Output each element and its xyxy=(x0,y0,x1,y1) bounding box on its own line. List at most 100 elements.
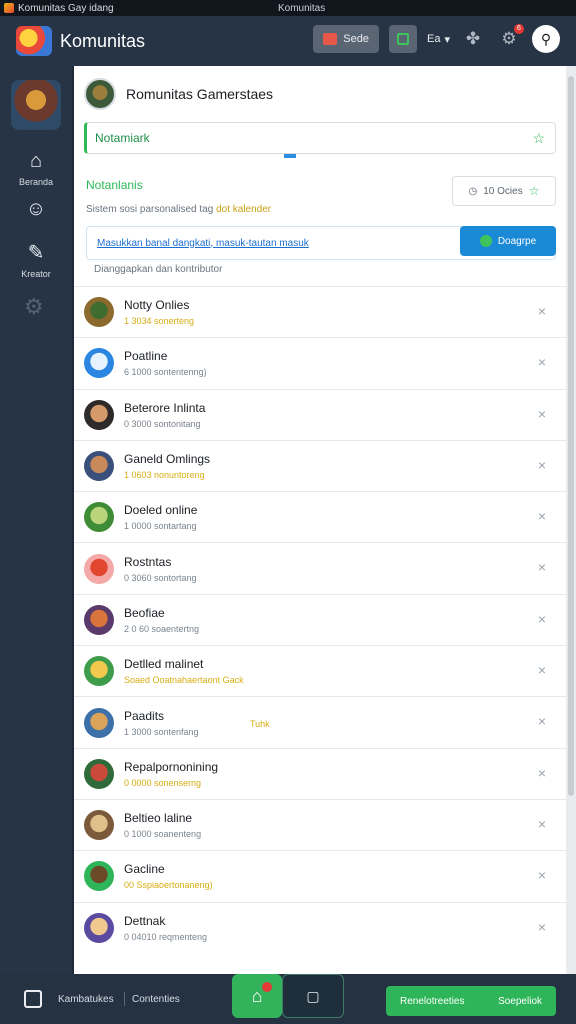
stats-button[interactable] xyxy=(389,25,417,53)
box-icon: ▢ xyxy=(306,987,320,1004)
member-status: 0 1000 soanenteng xyxy=(124,829,202,840)
search-icon: ⚲ xyxy=(540,30,552,47)
check-icon xyxy=(479,235,492,247)
star-icon[interactable]: ☆ xyxy=(532,130,545,147)
close-icon[interactable]: × xyxy=(538,457,546,473)
close-icon[interactable]: × xyxy=(538,611,546,627)
sort-button[interactable]: ◷ 10 Ocies ☆ xyxy=(452,176,556,206)
bottom-label-1[interactable]: Kambatukes xyxy=(58,994,114,1005)
gear-icon[interactable]: ⚙ xyxy=(24,294,44,320)
clock-icon: ◷ xyxy=(468,185,478,197)
puzzle-icon: ✤ xyxy=(465,29,481,48)
member-text: Detlled malinet Soaed Ooatnahaertaont Gac… xyxy=(124,657,244,685)
window-title: Komunitas Gay idang xyxy=(18,2,114,14)
community-header: Romunitas Gamerstaes xyxy=(84,78,273,110)
action-button[interactable]: Doagrpe xyxy=(460,226,556,256)
close-icon[interactable]: × xyxy=(538,559,546,575)
list-item[interactable]: Detlled malinet Soaed Ooatnahaertaont Gac… xyxy=(74,645,566,696)
sidebar-item-emoji[interactable]: ☺ xyxy=(0,198,72,225)
green-right-label: Soepeliok xyxy=(498,995,542,1007)
bottom-label-2[interactable]: Contenties xyxy=(132,994,180,1005)
home-icon: ⌂ xyxy=(29,150,43,172)
puzzle-button[interactable]: ✤ xyxy=(460,26,486,52)
sort-label: 10 Ocies xyxy=(483,185,523,197)
box-button[interactable]: ▢ xyxy=(282,974,344,1018)
feather-icon: ✎ xyxy=(27,242,45,264)
description-highlight: dot kalender xyxy=(216,204,272,215)
sidebar-item-home[interactable]: ⌂ Beranda xyxy=(0,150,72,187)
member-status: 1 3000 sontenfang xyxy=(124,726,199,737)
close-icon[interactable]: × xyxy=(538,662,546,678)
member-text: Repalpornonining 0 0000 sonenserng xyxy=(124,760,218,788)
avatar xyxy=(84,758,114,789)
community-avatar[interactable] xyxy=(11,80,61,130)
member-list: Notty Onlies 1 3034 sonerteng × Poatline 6 1… xyxy=(74,286,566,953)
member-text: Dettnak 0 04010 reqmenteng xyxy=(124,914,207,942)
member-name: Rostntas xyxy=(124,554,172,569)
close-icon[interactable]: × xyxy=(538,713,546,729)
list-item[interactable]: Repalpornonining 0 0000 sonenserng × xyxy=(74,747,566,799)
member-text: Doeled online 1 0000 sontartang xyxy=(124,503,197,531)
member-text: Notty Onlies 1 3034 sonerteng xyxy=(124,298,194,326)
list-item[interactable]: Doeled online 1 0000 sontartang × xyxy=(74,491,566,542)
list-item[interactable]: Beterore Inlinta 0 3000 sontonitang × xyxy=(74,388,566,440)
grid-icon[interactable] xyxy=(24,990,42,1008)
member-text: Ganeld Omlings 1 0603 nonuntoreng xyxy=(124,452,210,480)
description-text: Sistem sosi parsonalised tag xyxy=(86,204,214,215)
close-icon[interactable]: × xyxy=(538,867,546,883)
member-name: Paadits xyxy=(124,708,165,723)
green-action-button[interactable]: Renelotreeties Soepeliok xyxy=(386,986,556,1016)
close-icon[interactable]: × xyxy=(538,919,546,935)
close-icon[interactable]: × xyxy=(538,354,546,370)
community-avatar-small xyxy=(84,78,116,110)
bottom-bar: Kambatukes Contenties ⌂ ▢ Renelotreeties… xyxy=(0,974,576,1024)
close-icon[interactable]: × xyxy=(538,303,546,319)
top-header: Komunitas Sede Ea ▾ ✤ ⚙ 6 ⚲ xyxy=(0,16,576,66)
avatar xyxy=(84,912,114,943)
home-button[interactable]: ⌂ xyxy=(232,974,282,1018)
language-dropdown[interactable]: Ea ▾ xyxy=(427,33,450,46)
search-input[interactable]: Notamiark ☆ xyxy=(84,122,556,154)
list-item[interactable]: Beofiae 2 0 60 soaentertng × xyxy=(74,593,566,645)
sidebar-item-label: Beranda xyxy=(18,177,54,187)
member-name: Repalpornonining xyxy=(124,759,219,774)
member-status: 1 3034 sonerteng xyxy=(124,316,195,327)
member-status: 0 0000 sonenserng xyxy=(124,777,202,788)
app-logo xyxy=(16,26,52,56)
list-item[interactable]: Paadits 1 3000 sontenfang Tuhk × xyxy=(74,696,566,747)
app-name: Komunitas xyxy=(60,30,146,51)
list-item[interactable]: Gacline 00 Sspiaoertonaneng) × xyxy=(74,850,566,901)
avatar xyxy=(84,707,114,738)
main-panel: Romunitas Gamerstaes Notamiark ☆ Notanla… xyxy=(74,66,566,974)
scrollbar-thumb[interactable] xyxy=(568,76,574,796)
info-link[interactable]: Masukkan banal dangkati, masuk-tautan ma… xyxy=(97,238,309,249)
settings-button[interactable]: ⚙ 6 xyxy=(496,24,524,52)
scrollbar[interactable] xyxy=(566,66,576,974)
notification-badge: 6 xyxy=(514,24,524,34)
sidebar-item-label: Kreator xyxy=(21,269,51,279)
avatar xyxy=(84,656,114,687)
search-button[interactable]: ⚲ xyxy=(532,25,560,53)
member-text: Gacline 00 Sspiaoertonaneng) xyxy=(124,862,213,890)
list-item[interactable]: Poatline 6 1000 sontentenng) × xyxy=(74,337,566,388)
member-name: Doeled online xyxy=(124,503,198,518)
close-icon[interactable]: × xyxy=(538,406,546,422)
member-text: Beltieo laline 0 1000 soanenteng xyxy=(124,811,201,839)
gift-button[interactable]: Sede xyxy=(313,25,379,53)
member-tag: Tuhk xyxy=(250,719,270,730)
list-item[interactable]: Beltieo laline 0 1000 soanenteng × xyxy=(74,798,566,850)
title-bar: Komunitas Gay idang Komunitas xyxy=(0,0,576,16)
divider xyxy=(124,992,125,1006)
list-item[interactable]: Rostntas 0 3060 sontortang × xyxy=(74,542,566,593)
list-item[interactable]: Ganeld Omlings 1 0603 nonuntoreng × xyxy=(74,439,566,491)
member-status: 00 Sspiaoertonaneng) xyxy=(124,880,213,891)
close-icon[interactable]: × xyxy=(538,508,546,524)
sidebar-item-creator[interactable]: ✎ Kreator xyxy=(0,240,72,279)
app-icon xyxy=(4,3,14,13)
member-text: Poatline 6 1000 sontentenng) xyxy=(124,349,207,377)
list-item[interactable]: Dettnak 0 04010 reqmenteng × xyxy=(74,901,566,953)
close-icon[interactable]: × xyxy=(538,765,546,781)
gift-label: Sede xyxy=(343,33,369,45)
close-icon[interactable]: × xyxy=(538,816,546,832)
list-item[interactable]: Notty Onlies 1 3034 sonerteng × xyxy=(74,286,566,337)
